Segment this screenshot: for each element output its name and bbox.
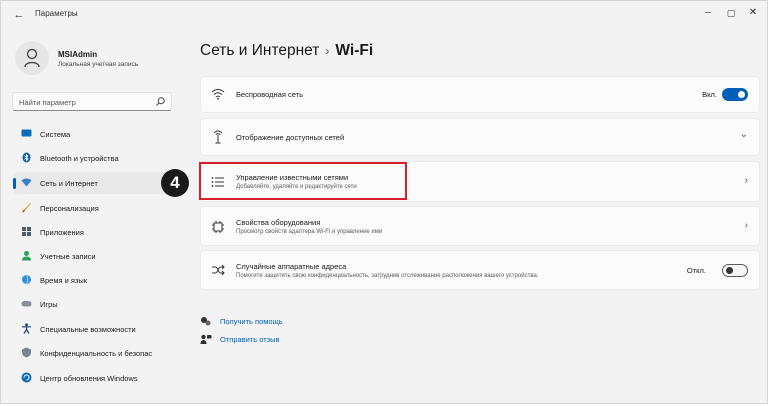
help-chat-icon — [201, 317, 211, 326]
minimize-button[interactable]: – — [696, 4, 720, 22]
random-mac-state-label: Откл. — [686, 266, 706, 275]
active-indicator — [13, 178, 16, 189]
sidebar-item-bluetooth[interactable]: Bluetooth и устройства — [13, 147, 179, 169]
sidebar-item-network[interactable]: Сеть и Интернет — [13, 172, 179, 194]
gamepad-icon — [21, 301, 32, 307]
search-icon — [156, 97, 165, 106]
avatar — [15, 41, 49, 75]
sidebar-item-accounts[interactable]: Учетные записи — [13, 245, 179, 267]
sidebar-item-label: Центр обновления Windows — [40, 374, 138, 383]
page-title: Wi-Fi — [335, 42, 374, 59]
sidebar-item-label: Bluetooth и устройства — [40, 154, 119, 163]
chevron-right-icon: › — [744, 175, 748, 186]
title-bar: ← Параметры – ▢ ✕ — [1, 1, 767, 29]
send-feedback-label: Отправить отзыв — [220, 335, 280, 344]
accessibility-icon — [22, 323, 31, 334]
sidebar-item-windows-update[interactable]: Центр обновления Windows — [13, 367, 179, 389]
wifi-toggle-card[interactable]: Беспроводная сеть Вкл. — [200, 76, 760, 113]
shield-icon — [22, 347, 31, 358]
sidebar-item-label: Сеть и Интернет — [40, 179, 98, 188]
sidebar-item-label: Игры — [40, 300, 58, 309]
settings-window: ← Параметры – ▢ ✕ MSIAdmin Локальная уче… — [0, 0, 768, 404]
random-mac-subtitle: Помогите защитить свою конфиденциальност… — [236, 273, 539, 279]
sidebar-item-privacy[interactable]: Конфиденциальность и безопас — [13, 342, 179, 364]
sidebar-item-label: Приложения — [40, 228, 84, 237]
app-title: Параметры — [35, 9, 78, 18]
hardware-properties-title: Свойства оборудования — [236, 218, 321, 227]
close-button[interactable]: ✕ — [741, 4, 765, 22]
sidebar-item-apps[interactable]: Приложения — [13, 221, 179, 243]
wifi-toggle-title: Беспроводная сеть — [236, 90, 304, 99]
monitor-icon — [21, 129, 32, 137]
sidebar-item-label: Время и язык — [40, 276, 88, 285]
brush-icon — [22, 203, 31, 213]
breadcrumb: Сеть и Интернет › Wi-Fi — [200, 42, 373, 60]
get-help-label: Получить помощь — [220, 317, 283, 326]
update-icon — [21, 372, 32, 383]
available-networks-card[interactable]: Отображение доступных сетей ⌄ — [200, 118, 760, 156]
breadcrumb-separator: › — [325, 44, 330, 58]
shuffle-icon — [212, 264, 225, 276]
back-button[interactable]: ← — [10, 6, 28, 24]
available-networks-title: Отображение доступных сетей — [236, 133, 345, 142]
profile-account-type: Локальная учетная запись — [58, 61, 139, 68]
sidebar-item-label: Специальные возможности — [40, 325, 136, 334]
random-mac-title: Случайные аппаратные адреса — [236, 262, 347, 271]
profile-name: MSIAdmin — [58, 50, 98, 59]
sidebar-item-time-language[interactable]: Время и язык — [13, 269, 179, 291]
wifi-icon — [211, 89, 225, 100]
chevron-down-icon: ⌄ — [739, 129, 748, 140]
step-number-badge: 4 — [161, 169, 189, 197]
sidebar-item-label: Учетные записи — [40, 252, 96, 261]
sidebar-item-label: Персонализация — [40, 204, 99, 213]
search-input[interactable]: Найти параметр — [12, 92, 172, 111]
chevron-right-icon: › — [744, 220, 748, 231]
maximize-button[interactable]: ▢ — [719, 4, 743, 22]
highlight-box — [199, 162, 407, 200]
wifi-toggle-state-label: Вкл. — [702, 90, 717, 99]
chip-icon — [212, 221, 224, 233]
antenna-icon — [213, 130, 223, 144]
sidebar-item-system[interactable]: Система — [13, 123, 179, 145]
search-placeholder: Найти параметр — [19, 98, 76, 107]
sidebar-item-personalization[interactable]: Персонализация — [13, 197, 179, 219]
wifi-icon — [21, 178, 32, 187]
sidebar-item-label: Конфиденциальность и безопас — [40, 349, 153, 358]
sidebar-item-accessibility[interactable]: Специальные возможности — [13, 318, 179, 340]
apps-icon — [22, 227, 31, 236]
user-icon — [22, 251, 31, 261]
hardware-properties-subtitle: Просмотр свойств адаптера Wi-Fi и управл… — [236, 229, 383, 235]
random-mac-card[interactable]: Случайные аппаратные адреса Помогите защ… — [200, 250, 760, 290]
globe-clock-icon — [22, 274, 31, 285]
sidebar-item-gaming[interactable]: Игры — [13, 293, 179, 315]
sidebar-item-label: Система — [40, 130, 71, 139]
hardware-properties-card[interactable]: Свойства оборудования Просмотр свойств а… — [200, 206, 760, 246]
random-mac-toggle-switch[interactable] — [722, 264, 748, 277]
feedback-icon — [200, 334, 212, 344]
wifi-toggle-switch[interactable] — [722, 88, 748, 101]
breadcrumb-parent[interactable]: Сеть и Интернет — [200, 42, 319, 59]
user-icon — [24, 48, 40, 68]
bluetooth-icon — [22, 152, 31, 163]
